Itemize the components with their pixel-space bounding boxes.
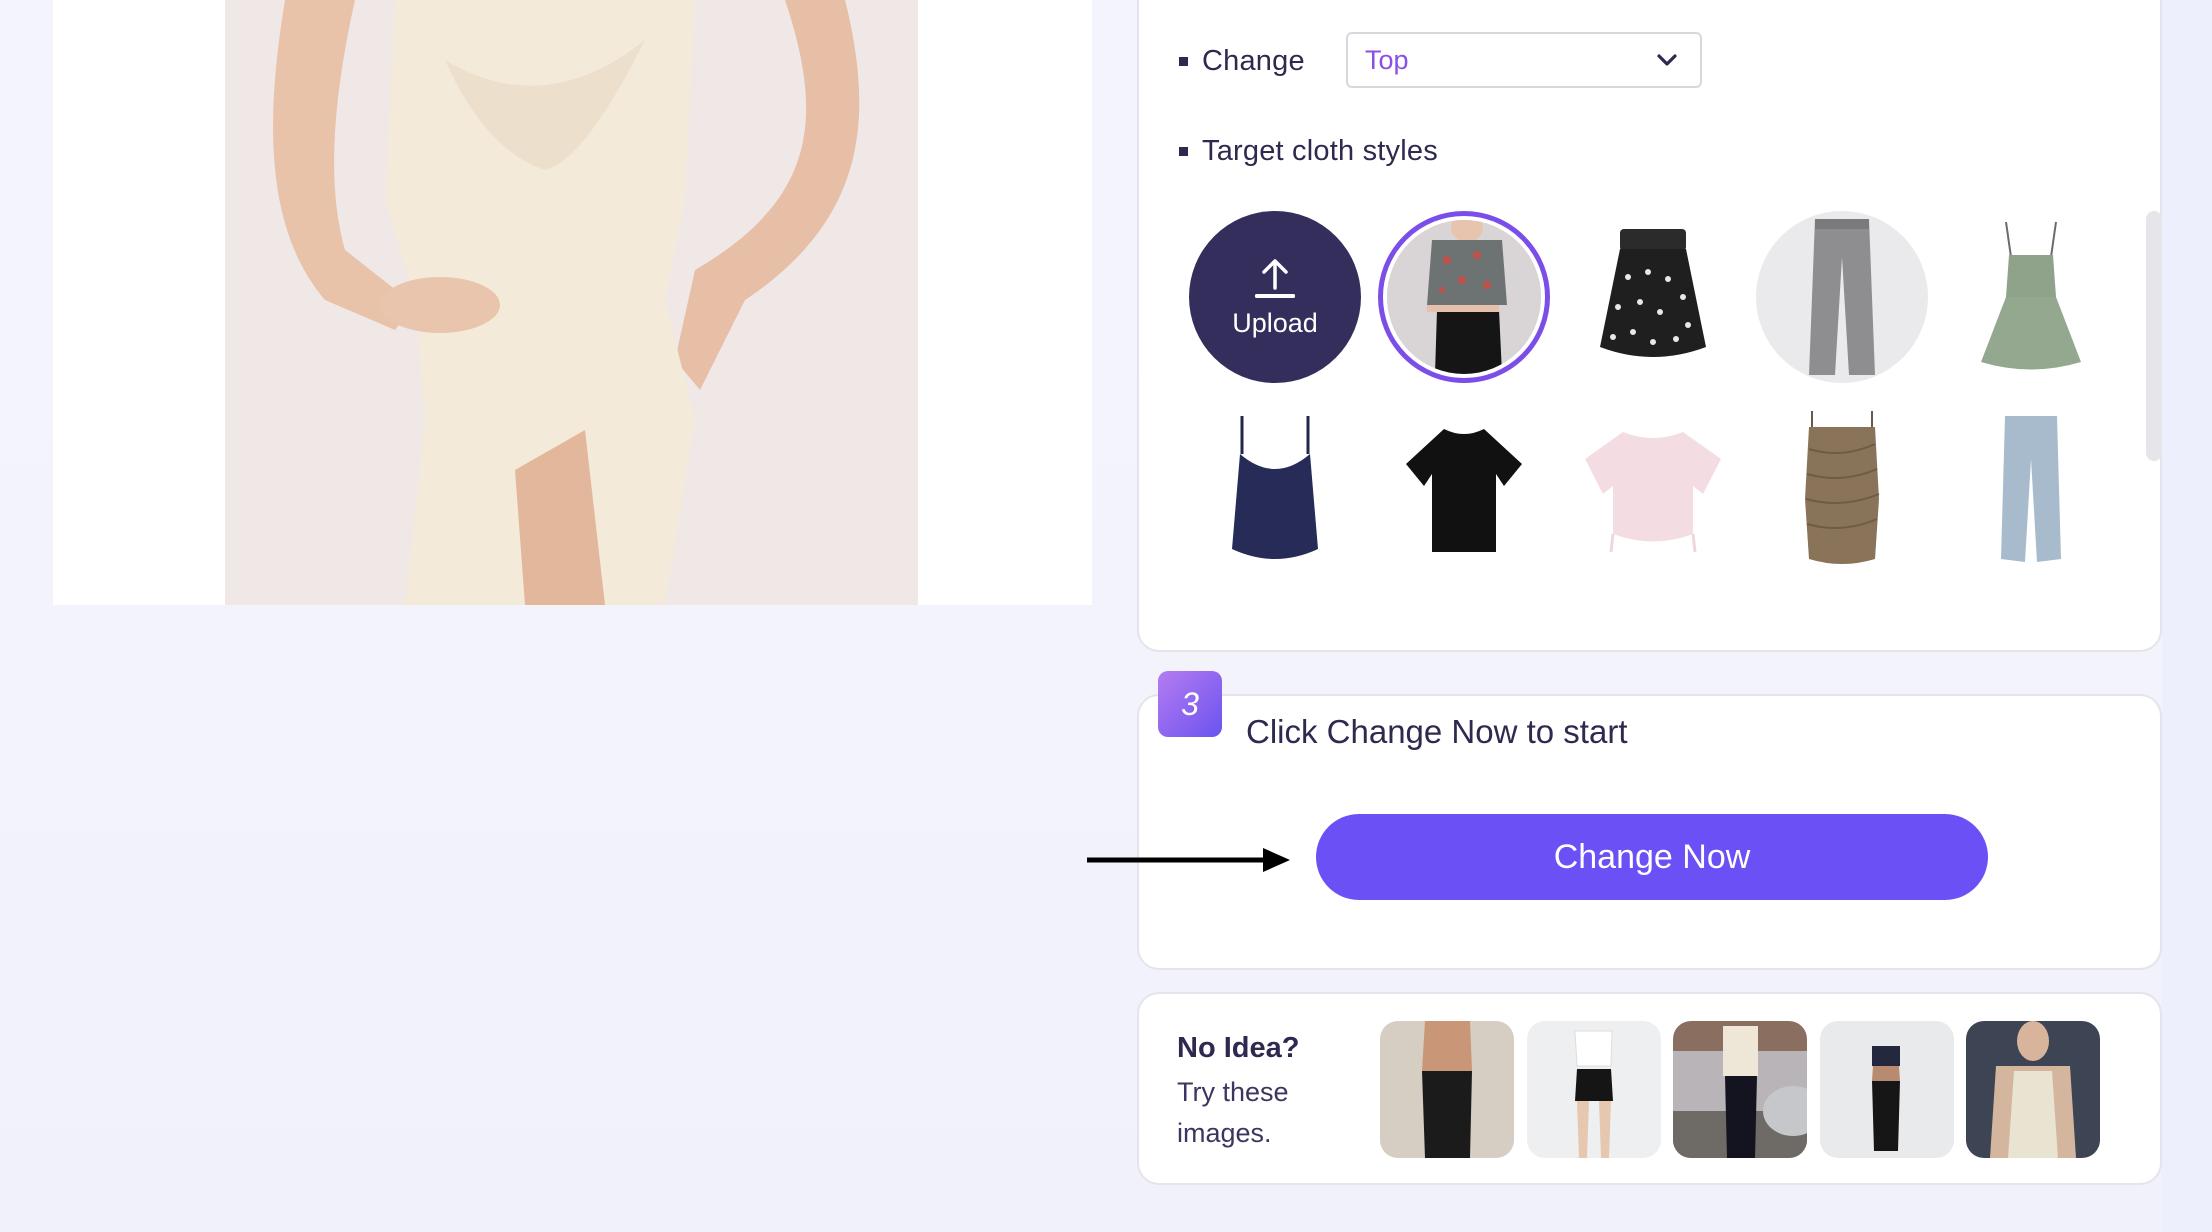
sample-image-4[interactable] — [1820, 1021, 1954, 1158]
black-tshirt-image — [1406, 429, 1522, 552]
sample-image-1[interactable] — [1380, 1021, 1514, 1158]
styles-scrollbar[interactable] — [2146, 211, 2162, 461]
style-item-green-dress[interactable] — [1945, 211, 2117, 383]
grey-jeans-image — [1809, 219, 1875, 375]
step-3-badge: 3 — [1158, 671, 1222, 737]
sample-image-5[interactable] — [1966, 1021, 2100, 1158]
style-item-black-tshirt[interactable] — [1378, 403, 1550, 575]
sample-image-3[interactable] — [1673, 1021, 1807, 1158]
target-styles-label: Target cloth styles — [1202, 135, 1438, 167]
upload-icon — [1255, 258, 1295, 298]
change-label: Change — [1202, 45, 1305, 77]
start-panel: Click Change Now to start Change Now — [1137, 694, 2162, 970]
step-3-title: Click Change Now to start — [1246, 713, 1628, 750]
brown-dress-image — [1805, 411, 1880, 564]
no-idea-title: No Idea? — [1177, 1032, 1300, 1064]
pink-tee-image — [1585, 432, 1721, 553]
target-styles-row: Target cloth styles — [1179, 135, 1438, 168]
sample-images-panel: No Idea? Try these images. — [1137, 992, 2162, 1185]
no-idea-subtitle: Try these images. — [1177, 1077, 1289, 1148]
floral-crop-top-image — [1387, 220, 1541, 374]
style-item-brown-dress[interactable] — [1756, 403, 1928, 575]
change-type-select[interactable]: Top — [1346, 32, 1702, 88]
chevron-down-icon — [1657, 54, 1677, 66]
upload-label: Upload — [1232, 307, 1318, 338]
page-right-margin — [2162, 0, 2212, 1232]
sample-image-2[interactable] — [1527, 1021, 1661, 1158]
style-item-floral-crop-top[interactable] — [1378, 211, 1550, 383]
change-now-button[interactable]: Change Now — [1316, 814, 1988, 900]
change-row: Change — [1179, 45, 1305, 78]
bullet-icon — [1179, 57, 1188, 66]
navy-camisole-image — [1232, 416, 1318, 559]
style-item-navy-camisole[interactable] — [1189, 403, 1361, 575]
arrow-right-icon — [1087, 848, 1290, 872]
style-item-light-blue-jeans[interactable] — [1945, 403, 2117, 575]
style-item-pink-tee[interactable] — [1567, 403, 1739, 575]
floral-skirt-image — [1600, 229, 1706, 357]
preview-image-container — [53, 0, 1092, 605]
green-dress-image — [1981, 221, 2081, 370]
change-type-value: Top — [1365, 44, 1409, 75]
light-blue-jeans-image — [2001, 416, 2061, 562]
upload-button[interactable]: Upload — [1189, 211, 1361, 383]
style-item-floral-skirt[interactable] — [1567, 211, 1739, 383]
bullet-icon — [1179, 147, 1188, 156]
options-panel: Change Top Target cloth styles Upload — [1137, 0, 2162, 652]
style-item-grey-jeans[interactable] — [1756, 211, 1928, 383]
preview-image — [225, 0, 918, 605]
